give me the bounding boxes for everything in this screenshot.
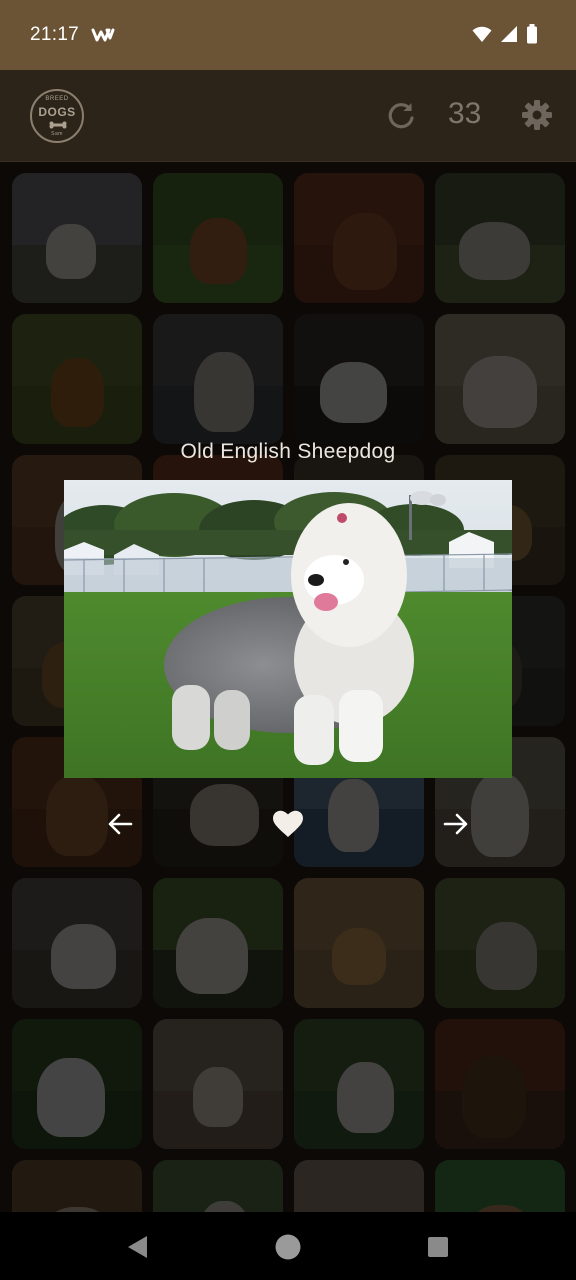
- refresh-icon[interactable]: [384, 99, 418, 133]
- breed-count: 33: [448, 97, 482, 130]
- app-bar: BREED DOGS Sam 33: [0, 70, 576, 162]
- logo-top-text: BREED: [45, 96, 69, 102]
- status-time: 21:17: [30, 24, 80, 45]
- bone-icon: [49, 121, 67, 129]
- breed-photo: [64, 480, 512, 778]
- breed-photo-image: [64, 480, 512, 778]
- home-circle-icon[interactable]: [274, 1233, 302, 1261]
- back-triangle-icon[interactable]: [125, 1234, 151, 1260]
- dialog-title: Old English Sheepdog: [180, 440, 396, 463]
- battery-icon: [527, 24, 537, 44]
- logo-main-text: DOGS: [38, 105, 76, 119]
- app-logo: BREED DOGS Sam: [30, 89, 84, 143]
- signal-icon: [501, 26, 517, 42]
- arrow-left-icon[interactable]: [106, 810, 134, 838]
- heart-icon[interactable]: [272, 809, 304, 839]
- status-bar: 21:17: [0, 0, 576, 70]
- dialog-controls: [0, 806, 576, 842]
- recents-square-icon[interactable]: [427, 1236, 449, 1258]
- system-nav-bar: [0, 1212, 576, 1280]
- status-icons: [472, 24, 538, 44]
- logo-bottom-text: Sam: [51, 131, 63, 137]
- arrow-right-icon[interactable]: [442, 810, 470, 838]
- double-w-icon: [91, 28, 115, 42]
- gear-icon[interactable]: [519, 97, 555, 133]
- wifi-icon: [472, 26, 492, 42]
